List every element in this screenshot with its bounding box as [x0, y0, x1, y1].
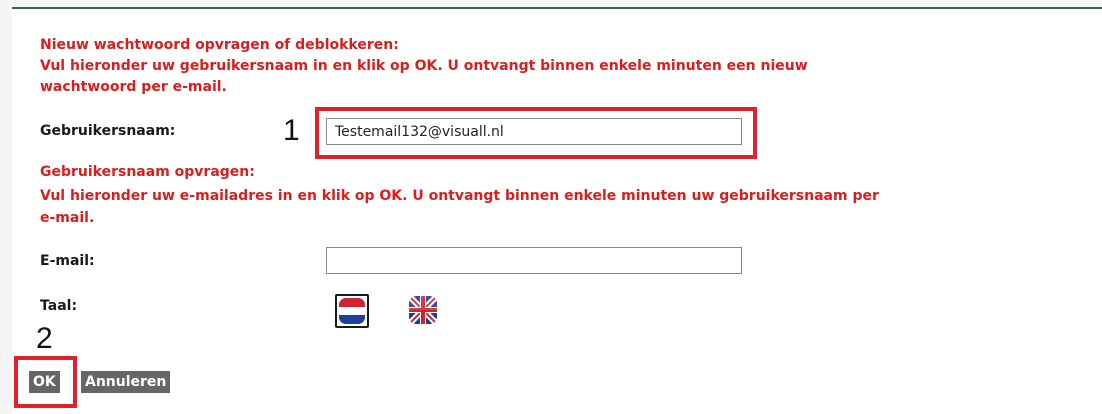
netherlands-flag-icon[interactable]: [335, 294, 369, 328]
username-section-instruction-line1: Vul hieronder uw e-mailadres in en klik …: [40, 188, 879, 204]
username-section-instruction-line2: e-mail.: [40, 210, 95, 226]
password-section-instruction-line1: Vul hieronder uw gebruikersnaam in en kl…: [40, 58, 808, 74]
email-input[interactable]: [326, 247, 742, 274]
password-section-instruction-line2: wachtwoord per e-mail.: [40, 79, 227, 95]
username-label: Gebruikersnaam:: [40, 123, 176, 139]
cancel-button[interactable]: Annuleren: [81, 371, 171, 393]
username-section-heading: Gebruikersnaam opvragen:: [40, 164, 255, 180]
language-label: Taal:: [40, 298, 78, 314]
united-kingdom-flag-icon[interactable]: [409, 296, 437, 324]
password-section-heading: Nieuw wachtwoord opvragen of deblokkeren…: [40, 37, 399, 53]
step-marker-2: 2: [36, 322, 53, 355]
ok-button[interactable]: OK: [29, 371, 60, 393]
username-input[interactable]: [326, 118, 742, 145]
email-label: E-mail:: [40, 253, 95, 269]
step-marker-1: 1: [283, 114, 300, 147]
